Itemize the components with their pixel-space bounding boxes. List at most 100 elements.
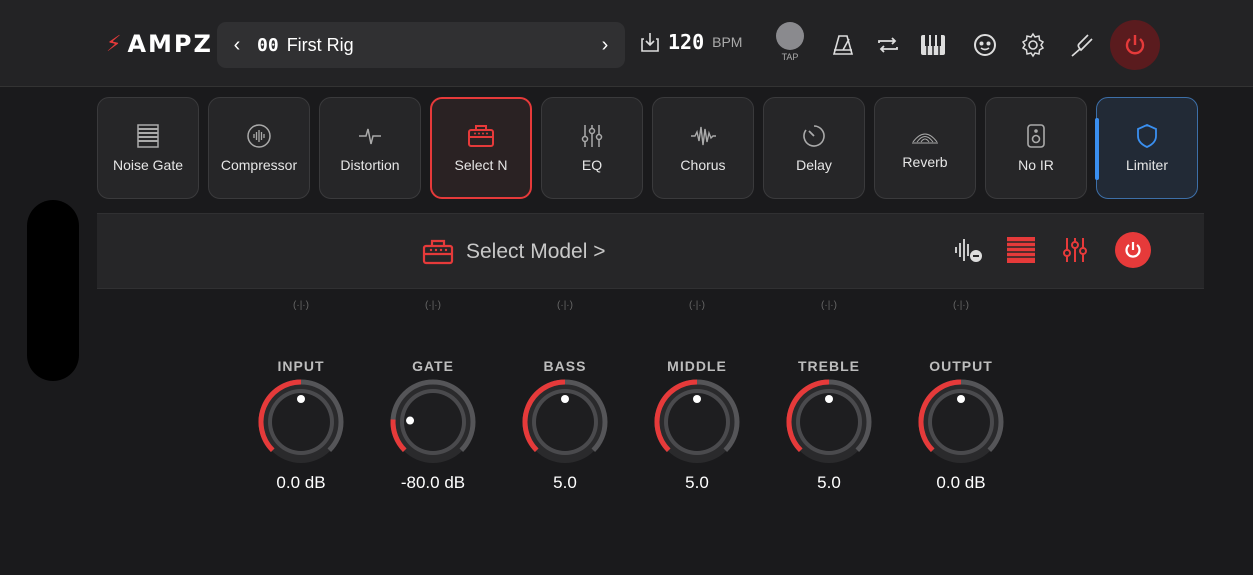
tap-label: TAP <box>781 52 799 62</box>
model-power-button[interactable] <box>1115 232 1151 268</box>
effect-limiter[interactable]: Limiter <box>1095 97 1198 199</box>
effect-distortion[interactable]: Distortion <box>319 97 421 199</box>
tap-tempo-button[interactable]: TAP <box>773 22 807 62</box>
knob-pointer <box>561 395 569 403</box>
effects-chain: Noise Gate Compressor Distortion Select … <box>97 97 1198 199</box>
effect-label: Chorus <box>680 157 726 173</box>
effect-delay[interactable]: Delay <box>763 97 865 199</box>
amp-icon <box>422 239 454 265</box>
metronome-icon[interactable] <box>828 30 858 60</box>
loop-icon[interactable] <box>873 30 903 60</box>
speaker-icon <box>1027 124 1045 148</box>
chevron-right-icon[interactable]: › <box>585 34 625 57</box>
knob-label: INPUT <box>277 358 325 374</box>
import-icon <box>641 33 659 52</box>
knob-bass: (·|·) BASS 5.0 <box>515 300 615 493</box>
knob-value: 5.0 <box>817 473 841 492</box>
bpm-unit: BPM <box>712 34 743 50</box>
knob-pointer <box>297 395 305 403</box>
knob-label: MIDDLE <box>667 358 727 374</box>
power-icon <box>1125 242 1141 258</box>
mask-icon[interactable] <box>970 30 1000 60</box>
knob-dial[interactable] <box>521 378 609 466</box>
knob-value: 0.0 dB <box>936 473 986 492</box>
effect-label: Delay <box>796 157 832 173</box>
noise-gate-icon <box>137 124 159 148</box>
effect-select-n[interactable]: Select N <box>430 97 532 199</box>
knob-value: 5.0 <box>553 473 577 492</box>
effect-no-ir[interactable]: No IR <box>985 97 1087 199</box>
effect-label: Limiter <box>1125 157 1168 173</box>
knob-input: (·|·) INPUT 0.0 dB <box>251 300 351 493</box>
focus-indicator <box>1095 118 1099 180</box>
tap-circle <box>776 22 804 50</box>
waveform-minus-icon[interactable] <box>952 234 984 266</box>
waveform-icon <box>691 126 716 146</box>
reverb-icon <box>912 133 938 144</box>
effect-label: Noise Gate <box>112 157 184 173</box>
bolt-icon: ⚡︎ <box>106 31 122 56</box>
knob-label: GATE <box>412 358 454 374</box>
knob-gate: (·|·) GATE -80.0 dB <box>383 300 483 493</box>
effect-label: Reverb <box>902 154 948 170</box>
knob-pointer <box>406 416 415 425</box>
master-power-button[interactable] <box>1110 20 1160 70</box>
knob-label: TREBLE <box>798 358 860 374</box>
effect-noise-gate[interactable]: Noise Gate <box>97 97 199 199</box>
effect-chorus[interactable]: Chorus <box>652 97 754 199</box>
bpm-value: 120 <box>668 30 705 54</box>
noise-gate-icon[interactable] <box>1005 234 1037 266</box>
preset-selector[interactable]: ‹ 00 First Rig › <box>217 22 625 68</box>
piano-icon[interactable] <box>918 30 948 60</box>
logo-text: AMPZ <box>127 30 213 58</box>
knob-label: OUTPUT <box>929 358 993 374</box>
knob-dial[interactable] <box>653 378 741 466</box>
preset-name: First Rig <box>286 34 354 55</box>
effect-label: Distortion <box>340 157 400 173</box>
midi-learn-icon[interactable]: (·|·) <box>779 300 879 320</box>
knob-middle: (·|·) MIDDLE 5.0 <box>647 300 747 493</box>
knob-value: -80.0 dB <box>400 473 466 492</box>
knob-output: (·|·) OUTPUT 0.0 dB <box>911 300 1011 493</box>
top-bar: ⚡︎ AMPZ ‹ 00 First Rig › 120 BPM TAP <box>0 0 1253 87</box>
amp-icon <box>468 125 494 147</box>
effect-reverb[interactable]: Reverb <box>874 97 976 199</box>
midi-learn-icon[interactable]: (·|·) <box>383 300 483 320</box>
effect-label: Select N <box>454 157 508 173</box>
shield-icon <box>1137 124 1157 148</box>
tempo-display[interactable]: 120 BPM <box>640 30 742 54</box>
knob-treble: (·|·) TREBLE 5.0 <box>779 300 879 493</box>
knob-dial[interactable] <box>917 378 1005 466</box>
timer-icon <box>803 125 825 147</box>
chevron-left-icon[interactable]: ‹ <box>217 34 257 57</box>
knob-dial[interactable] <box>257 378 345 466</box>
effect-eq[interactable]: EQ <box>541 97 643 199</box>
knob-dial[interactable] <box>785 378 873 466</box>
distortion-icon <box>359 128 381 145</box>
model-bar: Select Model > <box>97 213 1204 289</box>
effect-compressor[interactable]: Compressor <box>208 97 310 199</box>
effect-label: EQ <box>581 157 603 173</box>
knob-dial[interactable] <box>389 378 477 466</box>
midi-learn-icon[interactable]: (·|·) <box>647 300 747 320</box>
compressor-icon <box>247 124 271 148</box>
select-model-button[interactable]: Select Model > <box>422 238 606 266</box>
preset-number: 00 <box>257 34 279 56</box>
knob-pointer <box>957 395 965 403</box>
knob-value: 0.0 dB <box>276 473 326 492</box>
eq-sliders-icon <box>581 125 603 147</box>
tuner-fork-icon[interactable] <box>1066 30 1096 60</box>
midi-learn-icon[interactable]: (·|·) <box>911 300 1011 320</box>
select-model-label: Select Model > <box>466 240 606 263</box>
eq-sliders-icon[interactable] <box>1059 234 1091 266</box>
effect-label: Compressor <box>220 157 298 173</box>
app-logo: ⚡︎ AMPZ <box>106 30 213 58</box>
knob-label: BASS <box>543 358 587 374</box>
effect-label: No IR <box>1018 157 1054 173</box>
knob-pointer <box>693 395 701 403</box>
gear-icon[interactable] <box>1018 30 1048 60</box>
knob-value: 5.0 <box>685 473 709 492</box>
knob-panel: (·|·) INPUT 0.0 dB (·|·) GATE -80.0 dB (… <box>0 300 1253 500</box>
midi-learn-icon[interactable]: (·|·) <box>515 300 615 320</box>
midi-learn-icon[interactable]: (·|·) <box>251 300 351 320</box>
